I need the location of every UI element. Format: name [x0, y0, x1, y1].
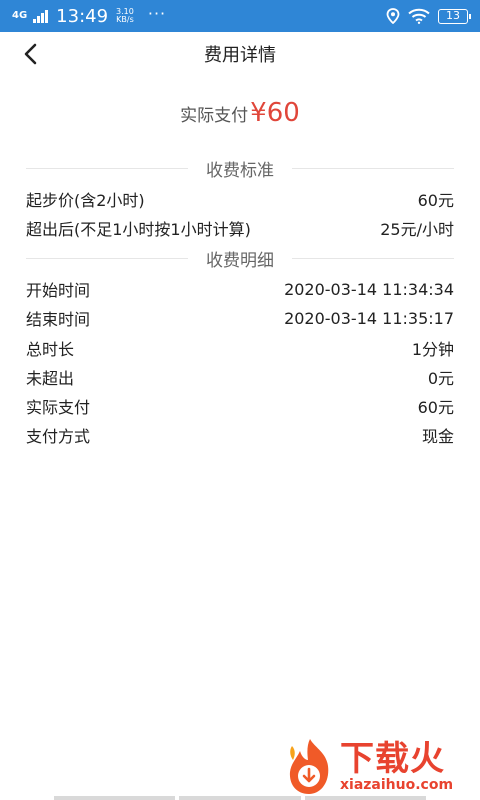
page-title: 费用详情 [204, 45, 276, 66]
row-label: 超出后(不足1小时按1小时计算) [26, 220, 251, 239]
row-label: 总时长 [26, 340, 75, 359]
fee-standard-header: 收费标准 [26, 156, 454, 181]
more-notifications-icon: ··· [147, 3, 167, 23]
back-button[interactable] [12, 36, 48, 72]
fee-detail-header: 收费明细 [26, 246, 454, 271]
gesture-segment [179, 796, 301, 800]
divider-line [26, 257, 188, 259]
status-bar-left: 4G 13:49 3.10 KB/s ··· [12, 3, 167, 27]
gesture-bar [0, 796, 480, 800]
flame-logo-icon [289, 739, 329, 794]
status-bar-right: 13 [386, 8, 471, 24]
wifi-icon [408, 8, 430, 24]
network-type: 4G [12, 10, 28, 21]
fee-standard-title: 收费标准 [206, 160, 274, 181]
fee-detail-row-payment-method: 支付方式 现金 [26, 421, 454, 449]
row-value: 25元/小时 [380, 220, 454, 239]
watermark-logo: 下载火 xiazaihuo.com [282, 736, 478, 798]
gesture-segment [304, 796, 426, 800]
row-label: 起步价(含2小时) [26, 191, 145, 210]
row-value: 1分钟 [411, 340, 454, 359]
row-value: 60元 [417, 398, 454, 417]
fee-detail-title: 收费明细 [206, 250, 274, 271]
row-label: 实际支付 [26, 398, 91, 417]
row-label: 支付方式 [26, 427, 91, 446]
row-label: 开始时间 [26, 281, 91, 300]
network-speed: 3.10 KB/s [116, 8, 134, 24]
chevron-left-icon [24, 43, 37, 65]
row-value: 现金 [421, 427, 454, 446]
actual-payment-label: 实际支付 [180, 106, 249, 126]
fee-detail-row-end-time: 结束时间 2020-03-14 11:35:17 [26, 304, 454, 332]
fee-detail-row-duration: 总时长 1分钟 [26, 334, 454, 362]
fee-detail-row-actual-payment: 实际支付 60元 [26, 392, 454, 420]
fee-standard-row: 起步价(含2小时) 60元 [26, 185, 454, 213]
row-label: 未超出 [26, 369, 75, 388]
row-value: 0元 [427, 369, 454, 388]
location-icon [386, 8, 400, 24]
watermark-text: 下载火 xiazaihuo.com [340, 741, 453, 793]
battery-icon: 13 [438, 8, 471, 24]
fee-detail-row-start-time: 开始时间 2020-03-14 11:34:34 [26, 275, 454, 303]
status-bar: 4G 13:49 3.10 KB/s ··· 13 [0, 0, 480, 32]
row-label: 结束时间 [26, 310, 91, 329]
watermark-brand: 下载火 [340, 739, 445, 779]
actual-payment-summary: 实际支付 ¥60 [0, 98, 480, 138]
network-speed-unit: KB/s [116, 15, 134, 24]
row-value: 60元 [417, 191, 454, 210]
row-value: 2020-03-14 11:35:17 [284, 308, 454, 328]
signal-icon [33, 9, 49, 23]
row-value: 2020-03-14 11:34:34 [284, 279, 454, 299]
gesture-segment [54, 796, 176, 800]
actual-payment-amount: ¥60 [250, 98, 300, 128]
status-time: 13:49 [56, 5, 109, 27]
fee-standard-row: 超出后(不足1小时按1小时计算) 25元/小时 [26, 214, 454, 242]
watermark-domain: xiazaihuo.com [340, 777, 454, 793]
fee-detail-row-not-exceeded: 未超出 0元 [26, 363, 454, 391]
navigation-bar: 费用详情 [0, 32, 480, 76]
divider-line [292, 257, 454, 259]
divider-line [26, 167, 188, 169]
divider-line [292, 167, 454, 169]
